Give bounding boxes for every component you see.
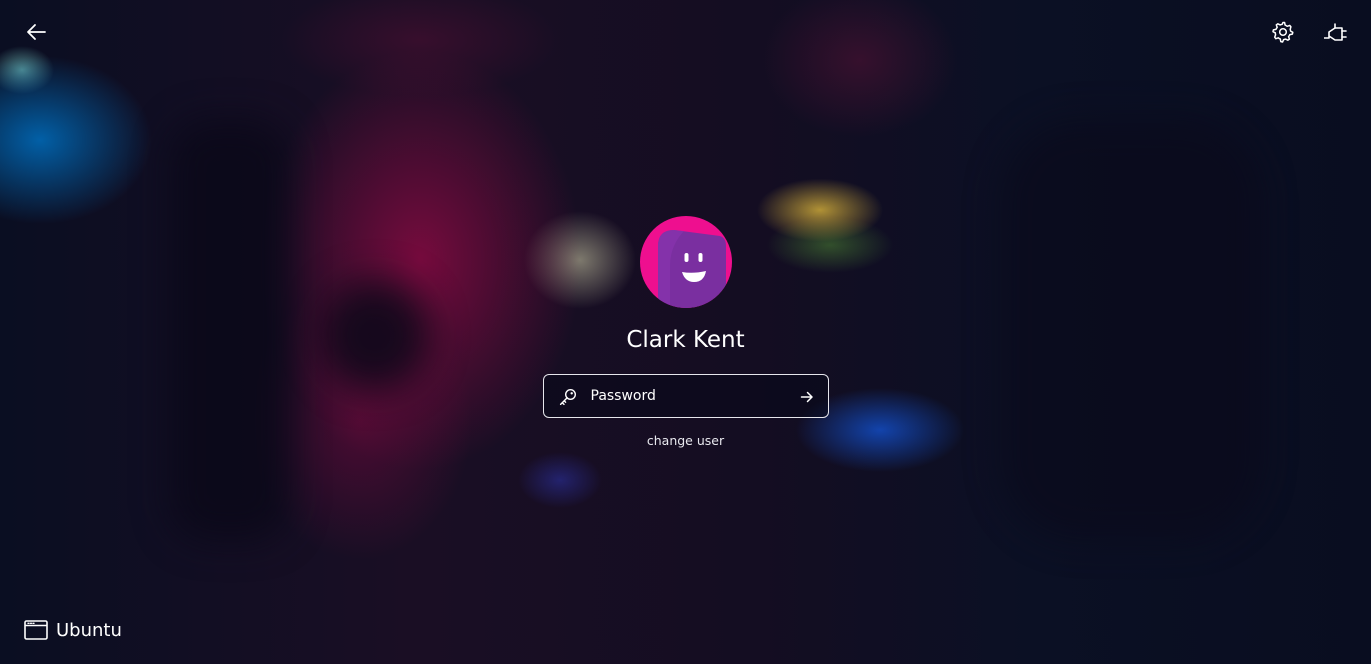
settings-button[interactable] bbox=[1267, 16, 1299, 48]
arrow-left-icon bbox=[27, 24, 46, 40]
login-submit-button[interactable] bbox=[796, 386, 818, 408]
user-avatar[interactable] bbox=[639, 216, 732, 308]
password-field[interactable] bbox=[542, 374, 829, 418]
key-icon bbox=[559, 388, 576, 406]
window-icon bbox=[24, 620, 48, 640]
password-input[interactable] bbox=[590, 383, 781, 409]
login-screen: Clark Kent change user Ubuntu bbox=[0, 0, 1371, 664]
smiley-avatar-icon bbox=[639, 216, 732, 308]
user-name: Clark Kent bbox=[626, 327, 745, 353]
session-label: Ubuntu bbox=[56, 619, 122, 641]
session-selector[interactable]: Ubuntu bbox=[24, 617, 122, 643]
power-plug-icon bbox=[1324, 23, 1347, 41]
power-button[interactable] bbox=[1319, 16, 1351, 48]
back-button[interactable] bbox=[20, 16, 52, 48]
change-user-link[interactable]: change user bbox=[647, 433, 724, 449]
arrow-right-icon bbox=[800, 391, 813, 403]
gear-icon bbox=[1272, 21, 1294, 43]
login-panel: Clark Kent change user bbox=[0, 216, 1371, 449]
